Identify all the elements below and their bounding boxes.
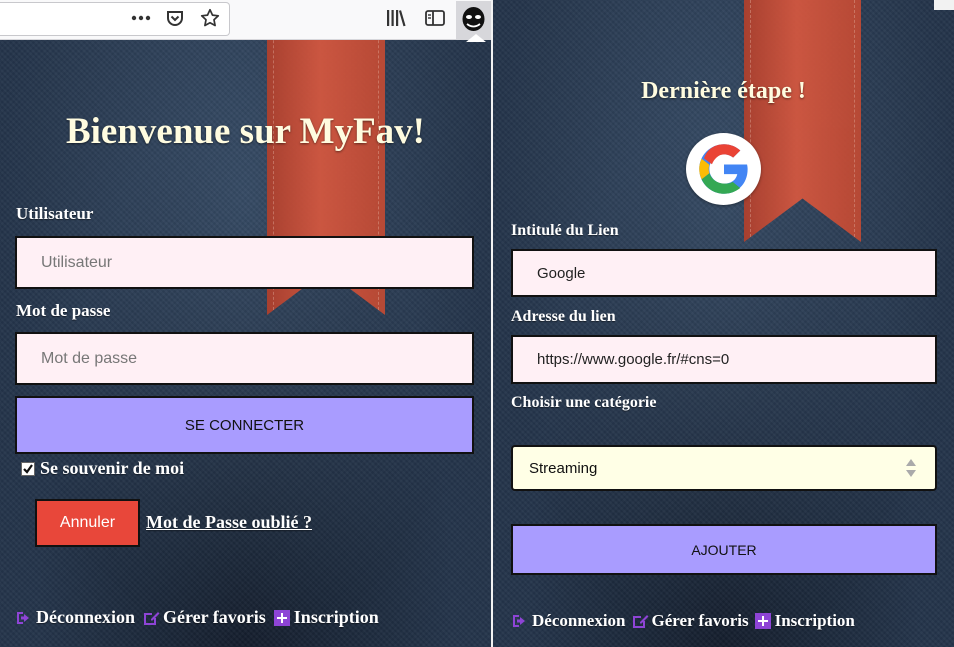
footer-nav: Déconnexion Gérer favoris Inscription: [14, 607, 385, 628]
check-icon: [23, 463, 33, 474]
select-arrows-icon: [906, 459, 916, 477]
link-title-label: Intitulé du Lien: [511, 222, 619, 239]
nav-manage-label: Gérer favoris: [651, 611, 749, 630]
popup-arrow: [466, 34, 486, 42]
remember-me[interactable]: Se souvenir de moi: [21, 458, 184, 479]
login-panel: Bienvenue sur MyFav! Utilisateur Mot de …: [0, 0, 491, 647]
page-title: Bienvenue sur MyFav!: [65, 111, 426, 152]
dots-menu-icon[interactable]: [129, 6, 153, 30]
user-label: Utilisateur: [16, 204, 94, 223]
add-button[interactable]: AJOUTER: [511, 524, 937, 575]
nav-manage-favorites[interactable]: Gérer favoris: [141, 607, 266, 628]
remember-checkbox[interactable]: [21, 461, 35, 476]
plus-square-icon: [754, 613, 771, 629]
edit-icon: [632, 615, 648, 628]
nav-logout[interactable]: Déconnexion: [510, 611, 626, 631]
link-url-input[interactable]: https://www.google.fr/#cns=0: [511, 335, 937, 384]
edit-icon: [144, 611, 160, 625]
nav-manage-favorites[interactable]: Gérer favoris: [630, 611, 749, 631]
star-icon[interactable]: [198, 6, 222, 30]
remember-label: Se souvenir de moi: [40, 458, 185, 478]
nav-signup[interactable]: Inscription: [753, 611, 855, 631]
login-button[interactable]: SE CONNECTER: [15, 396, 474, 454]
nav-signup[interactable]: Inscription: [272, 607, 379, 628]
password-input[interactable]: [15, 332, 474, 385]
password-label: Mot de passe: [16, 301, 111, 320]
url-bar[interactable]: [0, 2, 230, 36]
nav-signup-label: Inscription: [774, 611, 855, 630]
library-icon[interactable]: [384, 6, 408, 30]
sidebar-icon[interactable]: [423, 6, 447, 30]
logout-icon: [17, 611, 29, 624]
category-select[interactable]: Streaming: [511, 445, 937, 491]
user-input[interactable]: [15, 236, 474, 289]
cancel-button[interactable]: Annuler: [35, 499, 140, 547]
forgot-password-link[interactable]: Mot de Passe oublié ?: [146, 512, 312, 533]
nav-logout-label: Déconnexion: [36, 607, 135, 627]
browser-toolbar: [0, 0, 491, 40]
add-link-panel: Dernière étape ! Intitulé du Lien Google…: [493, 0, 954, 647]
plus-square-icon: [273, 609, 290, 626]
category-label: Choisir une catégorie: [511, 394, 657, 411]
nav-logout[interactable]: Déconnexion: [14, 607, 135, 628]
nav-manage-label: Gérer favoris: [163, 607, 266, 627]
logout-icon: [513, 615, 525, 627]
footer-nav: Déconnexion Gérer favoris Inscription: [510, 611, 861, 631]
link-url-label: Adresse du lien: [511, 308, 616, 325]
nav-signup-label: Inscription: [293, 607, 379, 627]
pocket-icon[interactable]: [163, 6, 187, 30]
google-g-icon: [698, 144, 748, 194]
link-title-input[interactable]: Google: [511, 249, 937, 297]
category-value: Streaming: [529, 459, 598, 477]
ribbon-decoration: [744, 0, 861, 242]
panel-corner: [934, 0, 954, 10]
nav-logout-label: Déconnexion: [532, 611, 626, 630]
google-logo: [686, 133, 761, 205]
step-title: Dernière étape !: [641, 78, 806, 104]
